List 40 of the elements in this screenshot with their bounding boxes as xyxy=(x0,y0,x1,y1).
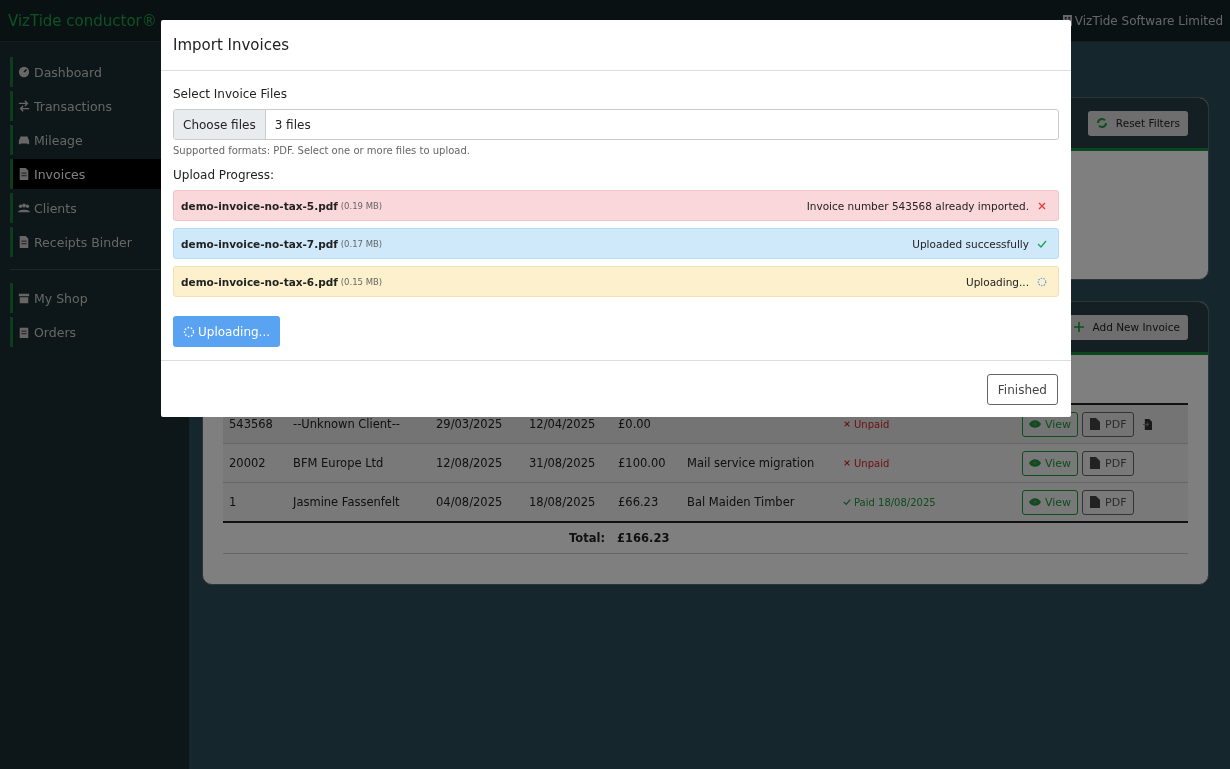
company-name[interactable]: VizTide Software Limited xyxy=(1074,13,1223,28)
pdf-button[interactable]: PDF xyxy=(1082,489,1134,515)
pdf-button[interactable]: PDF xyxy=(1082,450,1134,476)
table-cell: £100.00 xyxy=(618,456,666,470)
table-cell: Bal Maiden Timber xyxy=(687,495,795,509)
total-label: Total: xyxy=(567,531,606,545)
file-input[interactable]: Choose files 3 files xyxy=(173,109,1059,140)
table-cell: 543568 xyxy=(229,417,273,431)
file-size: (0.15 MB) xyxy=(340,276,383,287)
dialog-title: Import Invoices xyxy=(173,36,289,54)
upload-message: Uploading... xyxy=(965,275,1029,288)
pdf-button[interactable]: PDF xyxy=(1082,411,1134,437)
file-size: (0.19 MB) xyxy=(340,200,383,211)
upload-button[interactable]: Uploading... xyxy=(173,316,281,347)
table-cell: --Unknown Client-- xyxy=(293,417,400,431)
table-cell: £0.00 xyxy=(618,417,651,431)
table-cell: 18/08/2025 xyxy=(529,495,596,509)
table-cell: BFM Europe Ltd xyxy=(293,456,384,470)
reset-filters-button[interactable]: Reset Filters xyxy=(1087,110,1188,136)
payment-status: Unpaid xyxy=(843,457,890,469)
file-size: (0.17 MB) xyxy=(340,238,383,249)
upload-message: Invoice number 543568 already imported. xyxy=(806,199,1029,212)
payment-status: Paid 18/08/2025 xyxy=(843,496,936,508)
brand-logo[interactable]: VizTide conductor® xyxy=(8,11,157,30)
table-cell: £66.23 xyxy=(618,495,659,509)
table-cell: Mail service migration xyxy=(687,456,815,470)
total-amount: £166.23 xyxy=(617,531,671,545)
table-cell: 29/03/2025 xyxy=(436,417,503,431)
table-cell: 12/04/2025 xyxy=(529,417,596,431)
table-cell: 12/08/2025 xyxy=(436,456,503,470)
table-cell: 04/08/2025 xyxy=(436,495,503,509)
table-cell: 20002 xyxy=(229,456,266,470)
finished-button[interactable]: Finished xyxy=(986,374,1058,405)
view-button[interactable]: View xyxy=(1022,489,1079,515)
upload-message: Uploaded successfully xyxy=(912,237,1029,250)
table-cell: Jasmine Fassenfelt xyxy=(293,495,400,509)
table-cell: 31/08/2025 xyxy=(529,456,596,470)
payment-status: Unpaid xyxy=(843,418,890,430)
table-cell: 1 xyxy=(229,495,237,509)
view-button[interactable]: View xyxy=(1022,450,1079,476)
